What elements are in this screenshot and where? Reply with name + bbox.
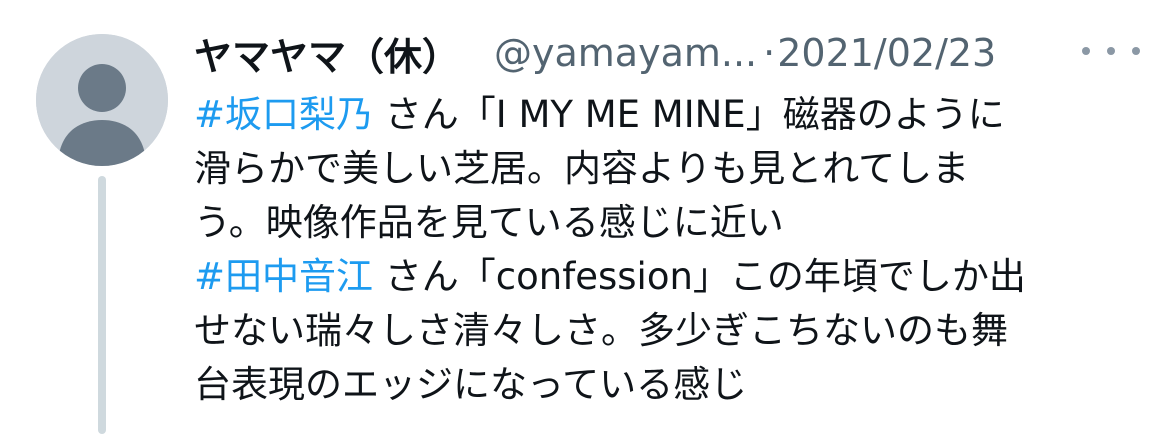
more-options-button[interactable] <box>1082 36 1140 66</box>
avatar[interactable] <box>36 34 168 166</box>
tweet-line: 滑らかで美しい芝居。内容よりも見とれてしま <box>194 142 1154 196</box>
tweet-text: #坂口梨乃 さん「I MY ME MINE」磁器のように 滑らかで美しい芝居。内… <box>194 88 1154 412</box>
tweet-line-text: 台表現のエッジになっている感じ <box>194 363 748 406</box>
tweet-line: #田中音江 さん「confession」この年頃でしか出 <box>194 250 1154 304</box>
tweet-line: 台表現のエッジになっている感じ <box>194 358 1154 412</box>
tweet[interactable]: ヤマヤマ（休） @yamayam... · 2021/02/23 #坂口梨乃 さ… <box>0 0 1170 434</box>
display-name[interactable]: ヤマヤマ（休） <box>194 26 460 81</box>
hashtag-link[interactable]: #坂口梨乃 <box>194 93 373 136</box>
tweet-line: う。映像作品を見ている感じに近い <box>194 196 1154 250</box>
more-dot <box>1107 47 1115 55</box>
tweet-line-text: う。映像作品を見ている感じに近い <box>194 201 784 244</box>
tweet-line-text: さん「confession」この年頃でしか出 <box>373 255 1026 298</box>
user-handle[interactable]: @yamayam... <box>494 31 757 75</box>
tweet-line-text: 滑らかで美しい芝居。内容よりも見とれてしま <box>194 147 970 190</box>
default-profile-icon <box>36 34 168 166</box>
tweet-line-text: せない瑞々しさ清々しさ。多少ぎこちないのも舞 <box>194 309 1008 352</box>
hashtag-link[interactable]: #田中音江 <box>194 255 373 298</box>
tweet-line-text: さん「I MY ME MINE」磁器のように <box>373 93 1005 136</box>
more-horizontal-icon <box>1082 47 1090 55</box>
tweet-header: ヤマヤマ（休） @yamayam... · 2021/02/23 <box>194 24 996 82</box>
thread-line <box>98 176 106 434</box>
tweet-date[interactable]: 2021/02/23 <box>777 31 996 75</box>
more-dot <box>1132 47 1140 55</box>
tweet-line: せない瑞々しさ清々しさ。多少ぎこちないのも舞 <box>194 304 1154 358</box>
tweet-line: #坂口梨乃 さん「I MY ME MINE」磁器のように <box>194 88 1154 142</box>
separator-dot: · <box>763 31 776 75</box>
